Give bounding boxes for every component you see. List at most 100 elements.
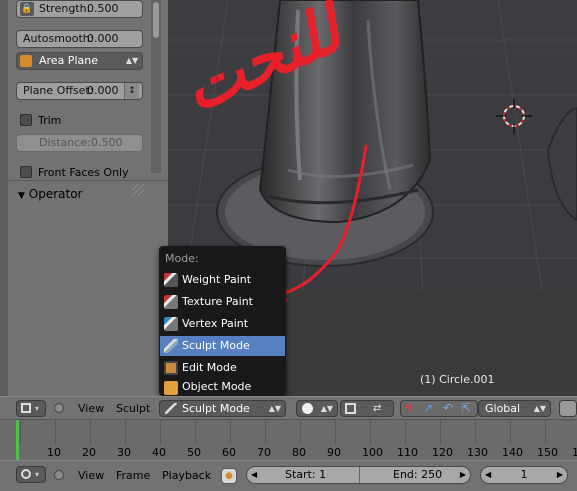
object-label: (1) Circle.001 (420, 373, 495, 386)
strength-field[interactable]: 🔒 Strength: 0.500 (16, 0, 143, 18)
collapse-menus-icon[interactable] (54, 470, 64, 480)
sculpt-mode-icon (164, 339, 178, 353)
timeline-tick-label: 160 (572, 446, 577, 459)
clock-icon (21, 469, 31, 479)
menu-item-vertex-paint[interactable]: Vertex Paint (160, 314, 285, 334)
plane-icon (20, 55, 32, 67)
editor-type-button[interactable]: ▾ (16, 400, 46, 417)
timeline-playback-menu[interactable]: Playback (162, 469, 211, 482)
dropdown-arrow-icon: ▾ (35, 404, 40, 413)
area-plane-label: Area Plane (39, 54, 98, 67)
autosmooth-value: 0.000 (87, 32, 119, 45)
area-plane-dropdown[interactable]: Area Plane ▲▼ (16, 52, 143, 70)
menu-item-sculpt-mode[interactable]: Sculpt Mode (160, 336, 285, 356)
timeline-frame-menu[interactable]: Frame (116, 469, 150, 482)
increment-arrow-icon[interactable]: ▶ (460, 467, 466, 483)
rotate-icon[interactable]: ↶ (443, 401, 453, 416)
viewport-shading-dropdown[interactable]: ▲▼ (296, 400, 338, 417)
view3d-icon (21, 403, 31, 413)
timeline-tick-label: 150 (537, 446, 558, 459)
plane-offset-toggle-icon[interactable]: ↕ (124, 83, 139, 99)
autosmooth-field[interactable]: Autosmooth: 0.000 (16, 30, 143, 48)
menu-item-weight-paint[interactable]: Weight Paint (160, 270, 285, 290)
timeline-tick-label: 90 (327, 446, 341, 459)
timeline-tick-label: 20 (82, 446, 96, 459)
distance-label: Distance: (39, 136, 91, 149)
keyframe-icon[interactable]: ● (221, 468, 237, 484)
mode-menu-title: Mode: (165, 252, 199, 265)
end-frame[interactable]: End: 250 (393, 467, 442, 483)
sculpt-brush-icon (165, 403, 177, 414)
dropdown-arrows-icon: ▲▼ (268, 404, 281, 413)
timeline-tick-label: 50 (187, 446, 201, 459)
current-frame-field[interactable]: ◀ 1 ▶ (480, 466, 568, 484)
menu-item-label: Object Mode (182, 380, 252, 393)
translate-icon[interactable]: ↗ (423, 401, 433, 416)
view-menu[interactable]: View (78, 402, 104, 415)
panel-strip (0, 0, 8, 396)
layer-button[interactable] (559, 400, 577, 417)
manipulator-axes-icon[interactable]: ↯ (404, 401, 414, 416)
viewport-header: ▾ View Sculpt Sculpt Mode ▲▼ ▲▼ ⇄ ↯ ↗ ↶ … (0, 396, 577, 420)
menu-item-label: Sculpt Mode (182, 339, 250, 352)
orientation-dropdown[interactable]: Global ▲▼ (478, 400, 551, 417)
texture-paint-icon (164, 295, 178, 309)
sculpt-menu[interactable]: Sculpt (116, 402, 150, 415)
menu-item-object-mode[interactable]: Object Mode (160, 380, 285, 396)
menu-item-edit-mode[interactable]: Edit Mode (160, 358, 285, 378)
mode-selector-dropdown[interactable]: Sculpt Mode ▲▼ (159, 400, 286, 417)
timeline-tick-label: 120 (432, 446, 453, 459)
mode-menu: Mode: Weight Paint Texture Paint Vertex … (159, 246, 286, 396)
timeline-tick-label: 130 (467, 446, 488, 459)
menu-item-texture-paint[interactable]: Texture Paint (160, 292, 285, 312)
timeline-editor-type-button[interactable]: ▾ (16, 466, 46, 483)
front-faces-only-label: Front Faces Only (38, 166, 129, 179)
distance-field[interactable]: Distance: 0.500 (16, 134, 143, 152)
pivot-icon (345, 403, 356, 414)
timeline-ruler[interactable]: 10 20 30 40 50 60 70 80 90 100 110 120 130 140 150 160 (0, 420, 577, 460)
decrement-arrow-icon[interactable]: ◀ (251, 467, 257, 483)
plane-offset-label: Plane Offset: (23, 84, 94, 97)
decrement-arrow-icon[interactable]: ◀ (485, 467, 491, 483)
operator-panel-header[interactable]: ▼ Operator (18, 187, 82, 201)
timeline-tick-label: 60 (222, 446, 236, 459)
plane-offset-field[interactable]: Plane Offset: 0.000 ↕ (16, 82, 143, 100)
dropdown-arrows-icon: ▲▼ (320, 404, 333, 413)
menu-item-label: Vertex Paint (182, 317, 249, 330)
timeline-tick-label: 40 (152, 446, 166, 459)
range-divider (359, 467, 360, 483)
menu-item-label: Edit Mode (182, 361, 237, 374)
frame-range-field[interactable]: ◀ Start: 1 End: 250 ▶ (246, 466, 471, 484)
lock-icon[interactable]: 🔒 (20, 2, 34, 16)
autosmooth-label: Autosmooth: (23, 32, 94, 45)
timeline-view-menu[interactable]: View (78, 469, 104, 482)
timeline-tick-label: 110 (397, 446, 418, 459)
tool-panel: 🔒 Strength: 0.500 Autosmooth: 0.000 Area… (0, 0, 168, 396)
vertex-paint-icon (164, 317, 178, 331)
panel-drag-handle-icon[interactable] (132, 184, 144, 196)
operator-label: Operator (28, 187, 83, 201)
collapse-menus-icon[interactable] (54, 403, 64, 413)
edit-mode-icon (164, 361, 178, 375)
trim-checkbox[interactable] (20, 114, 32, 126)
dropdown-arrow-icon: ▾ (35, 470, 40, 479)
scale-icon[interactable]: ⇱ (461, 401, 471, 416)
current-frame-value: 1 (520, 468, 528, 481)
dropdown-arrows-icon: ▲▼ (125, 56, 139, 65)
timeline-header: ▾ View Frame Playback ● ◀ Start: 1 End: … (0, 460, 577, 491)
panel-scroll-thumb[interactable] (153, 2, 159, 38)
transform-manipulators[interactable]: ↯ ↗ ↶ ⇱ (400, 400, 478, 417)
pivot-point-dropdown[interactable]: ⇄ (340, 400, 394, 417)
strength-label: Strength: (39, 2, 91, 15)
timeline-tick-label: 70 (257, 446, 271, 459)
start-frame[interactable]: Start: 1 (285, 467, 326, 483)
front-faces-only-checkbox[interactable] (20, 166, 32, 178)
current-frame-marker[interactable] (16, 420, 19, 460)
timeline-tick-label: 10 (47, 446, 61, 459)
distance-value: 0.500 (91, 136, 123, 149)
solid-shading-icon (302, 403, 313, 414)
disclosure-triangle-icon: ▼ (18, 191, 25, 201)
orientation-label: Global (485, 402, 521, 415)
menu-item-label: Weight Paint (182, 273, 252, 286)
increment-arrow-icon[interactable]: ▶ (557, 467, 563, 483)
